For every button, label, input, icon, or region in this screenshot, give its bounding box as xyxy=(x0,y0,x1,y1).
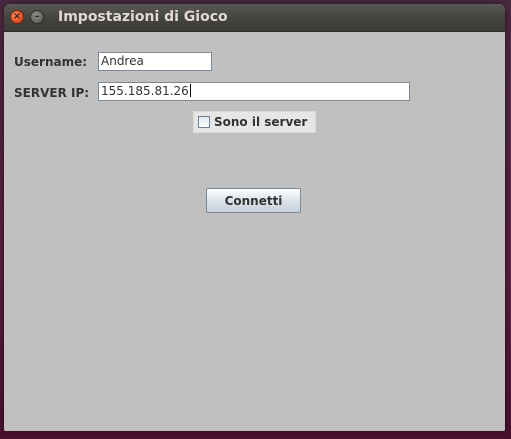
server-checkbox-label: Sono il server xyxy=(214,115,308,129)
server-ip-label: SERVER IP: xyxy=(14,86,90,100)
minimize-glyph: – xyxy=(34,11,40,22)
close-icon[interactable]: × xyxy=(10,10,24,24)
settings-window: × – Impostazioni di Gioco Username: Andr… xyxy=(4,4,505,431)
title-bar[interactable]: × – Impostazioni di Gioco xyxy=(4,4,505,32)
connect-button-label: Connetti xyxy=(224,193,283,208)
close-glyph: × xyxy=(12,11,22,22)
window-title: Impostazioni di Gioco xyxy=(58,9,228,25)
username-label: Username: xyxy=(14,55,88,69)
username-field[interactable]: Andrea xyxy=(98,52,212,71)
server-ip-value: 155.185.81.26 xyxy=(101,84,189,98)
checkbox-icon[interactable] xyxy=(198,116,210,128)
server-ip-field[interactable]: 155.185.81.26 xyxy=(98,82,410,101)
server-checkbox[interactable]: Sono il server xyxy=(193,111,316,133)
form-panel: Username: Andrea SERVER IP: 155.185.81.2… xyxy=(4,32,505,431)
connect-button[interactable]: Connetti xyxy=(206,188,301,213)
minimize-icon[interactable]: – xyxy=(30,10,44,24)
text-caret xyxy=(189,84,191,97)
username-value: Andrea xyxy=(101,54,144,68)
